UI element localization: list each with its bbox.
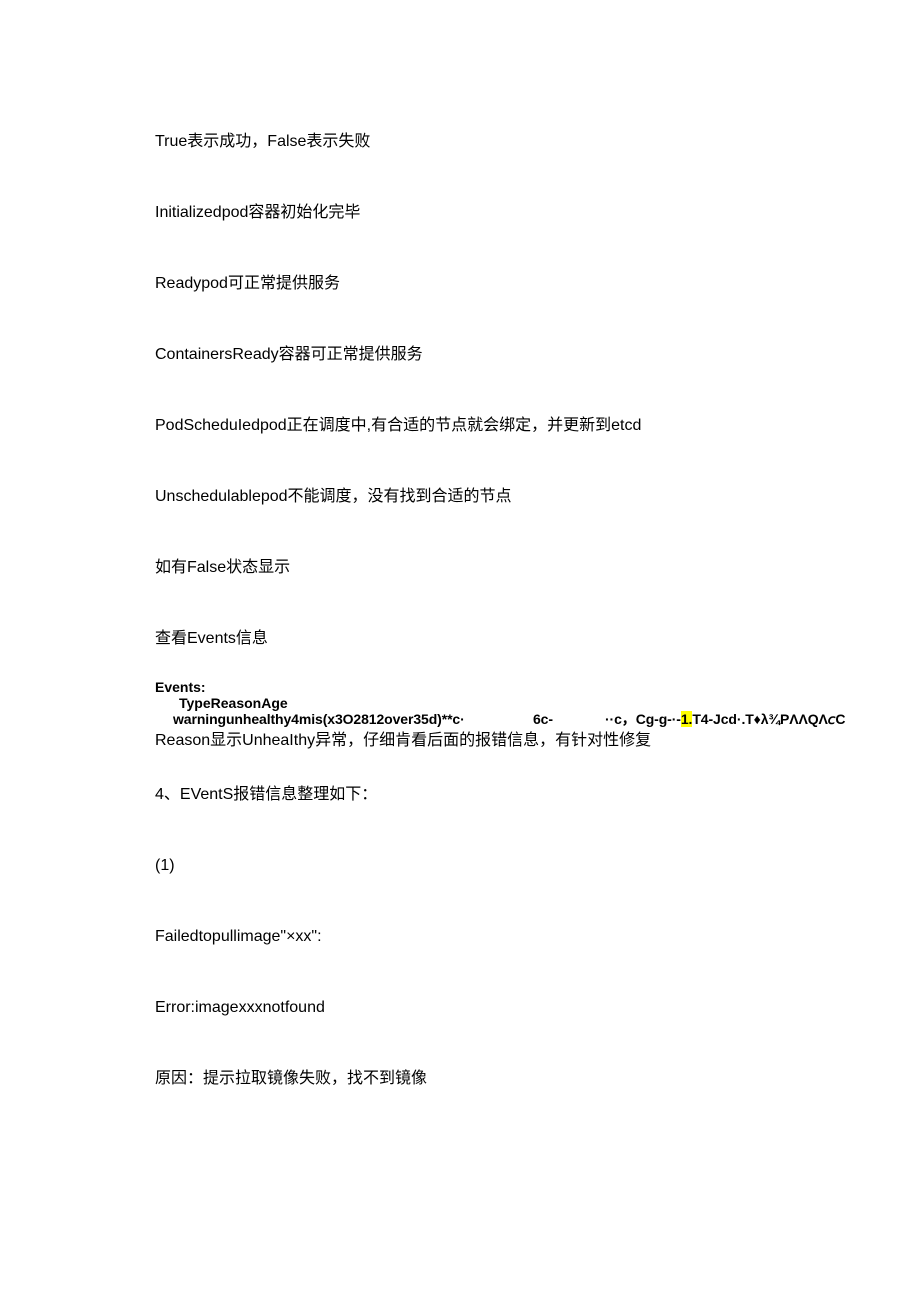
paragraph-reason-explain: 原因：提示拉取镜像失败，找不到镜像 (155, 1067, 765, 1091)
events-warning-mid1: 6c- (533, 711, 605, 727)
paragraph-podscheduled: PodScheduIedpod正在调度中,有合适的节点就会绑定，并更新到etcd (155, 414, 765, 438)
events-warning-line: warningunhealthy4mis(x3O2812over35d)**c·… (155, 711, 765, 727)
paragraph-item-1: (1) (155, 854, 765, 878)
paragraph-ready: Readypod可正常提供服务 (155, 272, 765, 296)
events-block: Events: TypeReasonAge warningunhealthy4m… (155, 679, 765, 727)
events-warning-pre: warningunhealthy4mis(x3O2812over35d)**c· (173, 711, 533, 727)
paragraph-image-not-found: Error:imagexxxnotfound (155, 996, 765, 1020)
paragraph-failed-pull: Failedtopullimage"×xx": (155, 925, 765, 949)
events-warning-mid2: ··c，Cg-g-·- (605, 711, 681, 727)
paragraph-false-status: 如有False状态显示 (155, 556, 765, 580)
events-warning-highlight: 1. (681, 711, 692, 727)
paragraph-true-false: True表示成功，False表示失败 (155, 130, 765, 154)
paragraph-events-summary: 4、EVentS报错信息整理如下： (155, 783, 765, 807)
paragraph-initialized: Initializedpod容器初始化完毕 (155, 201, 765, 225)
events-warning-post: T4-Jcd·.T♦λ¾PΛΛQΛ𝘤C (692, 711, 845, 727)
paragraph-unschedulable: Unschedulablepod不能调度，没有找到合适的节点 (155, 485, 765, 509)
paragraph-reason-unhealthy: Reason显示UnheaIthy异常，仔细肯看后面的报错信息，有针对性修复 (155, 729, 765, 753)
events-header-line: TypeReasonAge (155, 695, 765, 711)
paragraph-containers-ready: ContainersReady容器可正常提供服务 (155, 343, 765, 367)
paragraph-view-events: 查看Events信息 (155, 627, 765, 651)
events-label: Events: (155, 679, 765, 695)
